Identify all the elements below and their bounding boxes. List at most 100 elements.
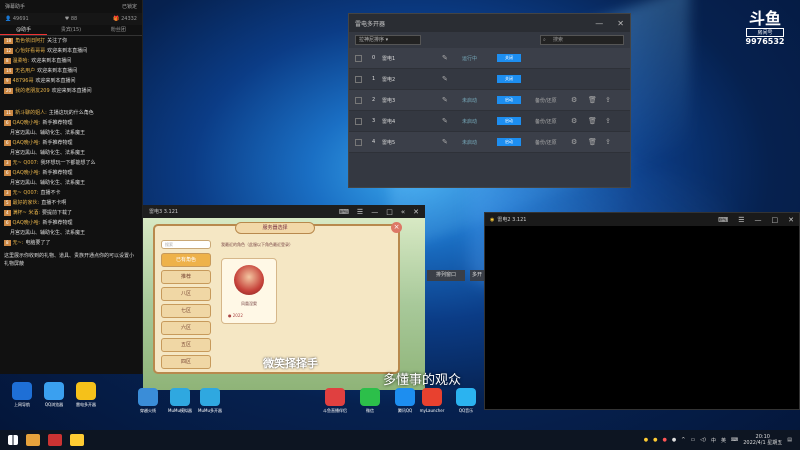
minimize-icon[interactable]: — [595,19,603,28]
subtitle-overlay: 多懂事的观众 [383,373,462,388]
language-indicator[interactable]: 中 [711,437,716,444]
instance-row[interactable]: 1 雷电2 ✎ 关闭 [349,69,630,90]
back-icon[interactable]: « [401,208,405,216]
share-icon[interactable]: ⇪ [605,117,622,125]
keyboard-icon[interactable]: ⌨ [339,208,349,216]
folder-icon[interactable] [26,434,40,446]
instance-action-button[interactable]: 关闭 [497,75,521,83]
tray-icon[interactable]: ● [644,437,648,443]
instance-action-button[interactable]: 启动 [497,117,521,125]
desktop-icon[interactable]: myLauncher [412,388,452,413]
instance-action-button[interactable]: 启动 [497,96,521,104]
tab-assistant[interactable]: @助手 [0,25,48,35]
keyboard-icon[interactable]: ⌨ [718,216,728,224]
close-icon[interactable]: ✕ [413,208,419,216]
keyboard-icon[interactable]: ⌨ [731,437,738,443]
chat-message: 18 角色依旧阿打 关注了你 [4,38,68,44]
tray-icon[interactable]: ● [672,437,676,443]
desktop-icon[interactable]: 穿越火线 [128,388,168,413]
tray-icon[interactable]: ● [653,437,657,443]
chat-message: 14 无名用户 欢迎来到本直播间 [4,68,78,74]
lock-status[interactable]: 已锁定 [122,3,137,10]
edit-icon[interactable]: ✎ [442,54,462,62]
volume-icon[interactable]: ◁) [700,437,706,443]
gear-icon[interactable]: ⚙ [571,96,588,104]
app-icon[interactable] [48,434,62,446]
backup-restore-link[interactable]: 备份/还原 [535,97,571,104]
ime-indicator[interactable]: 英 [721,437,726,444]
desktop-icon[interactable]: 上网导航 [2,382,42,407]
chat-message: 6 QAQ晚小哈: 新手推荐物理 [4,140,73,146]
trash-icon[interactable]: 🗑 [588,96,605,104]
desktop-icon[interactable]: 微信 [350,388,390,413]
edit-icon[interactable]: ✎ [442,96,462,104]
multi-open-button[interactable]: 多开 [470,270,484,281]
zone-item[interactable]: 六区 [161,321,211,335]
tray-icon[interactable]: ● [662,437,666,443]
edit-icon[interactable]: ✎ [442,138,462,146]
backup-restore-link[interactable]: 备份/还原 [535,139,571,146]
clock[interactable]: 20:10 2022/4/1 星期五 [743,434,782,446]
desktop-icon[interactable]: 腾讯QQ [385,388,425,413]
desktop-icon[interactable]: QQ浏览器 [34,382,74,407]
app-icon[interactable] [70,434,84,446]
desktop-icon[interactable]: MuMu模拟器 [160,388,200,413]
share-icon[interactable]: ⇪ [605,96,622,104]
desktop-icon[interactable]: 雷电多开器 [66,382,106,407]
gift-count: 🎁 24332 [113,16,137,22]
desktop-icon[interactable]: 斗鱼直播伴侣 [315,388,355,413]
backup-restore-link[interactable]: 备份/还原 [535,118,571,125]
maximize-icon[interactable]: □ [772,216,779,224]
row-checkbox[interactable] [355,138,362,146]
row-checkbox[interactable] [355,75,362,83]
row-checkbox[interactable] [355,54,362,62]
menu-icon[interactable]: ☰ [357,208,363,216]
row-checkbox[interactable] [355,96,362,104]
instance-row[interactable]: 3 雷电4 ✎ 未启动 启动 备份/还原 ⚙ 🗑 ⇪ [349,111,630,132]
instance-row[interactable]: 4 雷电5 ✎ 未启动 启动 备份/还原 ⚙ 🗑 ⇪ [349,132,630,153]
title-bar: 雷电3 3.121 ⌨ ☰ — □ « ✕ [143,205,425,218]
minimize-icon[interactable]: — [371,208,378,216]
row-checkbox[interactable] [355,117,362,125]
zone-item[interactable]: 八区 [161,287,211,301]
character-card[interactable]: 凤凰涅槃 ● 2022 [221,258,277,324]
search-input[interactable]: ⌕ 搜索 [540,35,624,45]
trash-icon[interactable]: 🗑 [588,117,605,125]
close-icon[interactable]: × [391,222,402,233]
instance-status: 运行中 [462,55,478,62]
instance-row[interactable]: 2 雷电3 ✎ 未启动 启动 备份/还原 ⚙ 🗑 ⇪ [349,90,630,111]
instance-action-button[interactable]: 关闭 [497,54,521,62]
trash-icon[interactable]: 🗑 [588,138,605,146]
close-icon[interactable]: ✕ [617,19,624,28]
sort-dropdown[interactable]: 拉神尼排序 ▾ [355,35,421,45]
sort-window-button[interactable]: 排列窗口 [427,270,465,281]
close-icon[interactable]: ✕ [788,216,794,224]
tab-vip[interactable]: 贵宾(15) [47,25,94,35]
chevron-up-icon[interactable]: ^ [681,437,685,443]
minimize-icon[interactable]: — [755,216,762,224]
tab-fans[interactable]: 粉丝团 [95,25,142,35]
chat-stats: 👤 49691 ♥ 88 🎁 24332 [0,13,142,25]
desktop-icon[interactable]: MuMu多开器 [190,388,230,413]
zone-item[interactable]: 七区 [161,304,211,318]
edit-icon[interactable]: ✎ [442,75,462,83]
zone-item[interactable]: 四区 [161,355,211,369]
instance-action-button[interactable]: 启动 [497,138,521,146]
zone-item[interactable]: 五区 [161,338,211,352]
notification-icon[interactable]: ▤ [787,437,792,443]
zone-search-input[interactable]: 搜索 [161,240,211,249]
multi-opener-window: 雷电多开器 — ✕ 拉神尼排序 ▾ ⌕ 搜索 0 雷电1 ✎ 运行中 关闭 1 雷电2 ✎ 关闭 2… [348,13,631,188]
network-icon[interactable]: ▭ [690,437,695,443]
gear-icon[interactable]: ⚙ [571,138,588,146]
gear-icon[interactable]: ⚙ [571,117,588,125]
edit-icon[interactable]: ✎ [442,117,462,125]
zone-item[interactable]: 已有角色 [161,253,211,267]
douyu-logo: 斗鱼 房间号 9976532 [745,9,785,47]
maximize-icon[interactable]: □ [386,208,393,216]
zone-item[interactable]: 推荐 [161,270,211,284]
instance-row[interactable]: 0 雷电1 ✎ 运行中 关闭 [349,48,630,69]
desktop-icon[interactable]: QQ音乐 [446,388,486,413]
menu-icon[interactable]: ☰ [738,216,744,224]
windows-start-icon[interactable] [8,435,18,445]
share-icon[interactable]: ⇪ [605,138,622,146]
